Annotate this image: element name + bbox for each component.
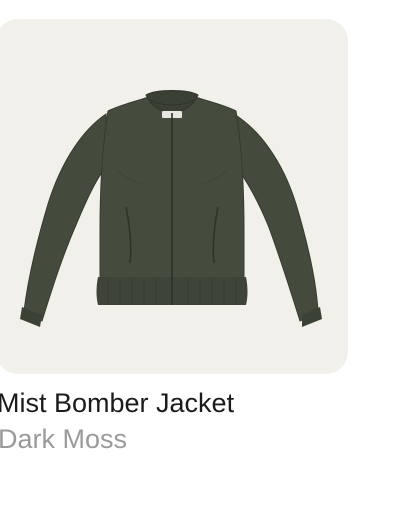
jacket-icon xyxy=(20,90,322,327)
product-image[interactable] xyxy=(0,19,348,374)
product-card[interactable]: Mist Bomber Jacket Dark Moss xyxy=(0,0,400,519)
product-name[interactable]: Mist Bomber Jacket xyxy=(0,386,234,420)
product-color-label: Dark Moss xyxy=(0,424,128,454)
